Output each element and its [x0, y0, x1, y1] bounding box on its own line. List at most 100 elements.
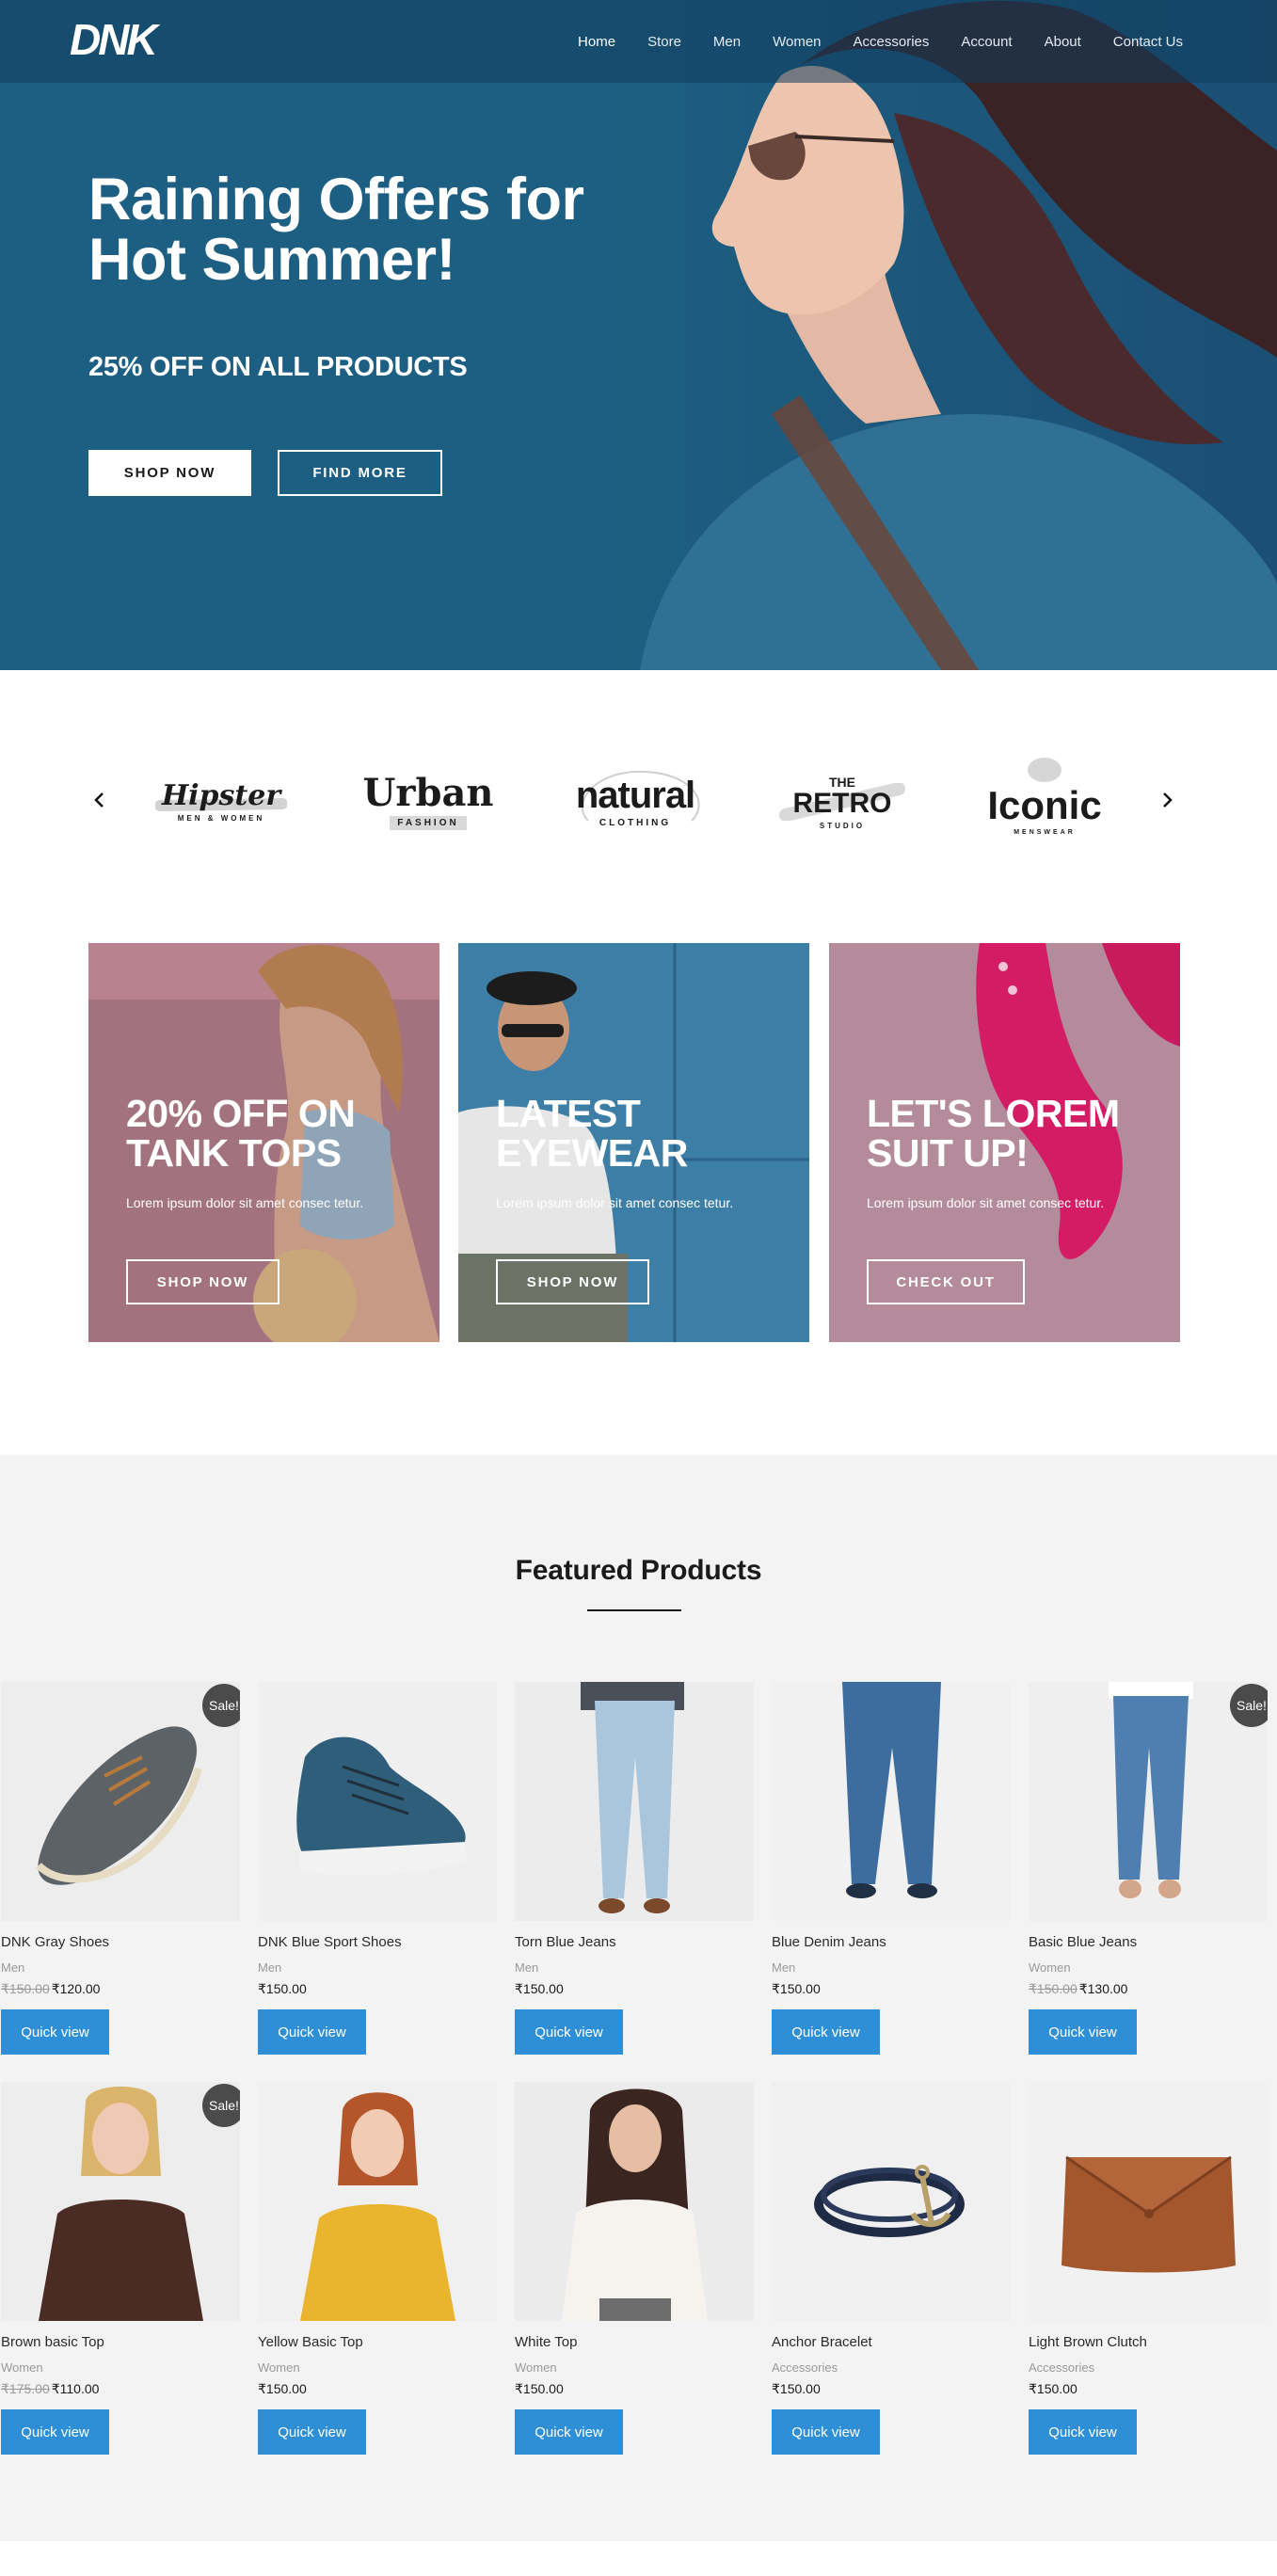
quick-view-button[interactable]: Quick view: [258, 2409, 366, 2455]
find-more-button[interactable]: FIND MORE: [278, 450, 442, 496]
featured-title: Featured Products: [515, 1555, 762, 1586]
product-card[interactable]: Blue Denim Jeans Men ₹150.00 Quick view: [772, 1682, 1011, 2055]
product-name[interactable]: Basic Blue Jeans: [1029, 1934, 1268, 1953]
promo-suit-up[interactable]: LET'S LOREM SUIT UP! Lorem ipsum dolor s…: [829, 943, 1180, 1342]
promo-shop-now-button[interactable]: SHOP NOW: [496, 1259, 649, 1304]
brand-tagline: CLOTHING: [599, 817, 672, 828]
speech-bubble-decor: [1028, 758, 1062, 782]
product-name[interactable]: White Top: [515, 2334, 754, 2353]
product-card[interactable]: Sale! DNK Gray Shoes Men ₹150.00 ₹120.00 …: [1, 1682, 240, 2055]
promo-text: Lorem ipsum dolor sit amet consec tetur.: [867, 1195, 1105, 1210]
chevron-right-icon[interactable]: [1156, 789, 1178, 811]
nav-item-store[interactable]: Store: [647, 34, 681, 50]
promo-title: LATEST EYEWEAR: [496, 1092, 688, 1175]
nav-item-account[interactable]: Account: [961, 34, 1012, 50]
current-price: ₹150.00: [515, 2381, 564, 2396]
top-navigation-bar: DNK Home Store Men Women Accessories Acc…: [0, 0, 1277, 83]
product-price: ₹150.00: [515, 1981, 754, 1998]
promo-shop-now-button[interactable]: SHOP NOW: [126, 1259, 279, 1304]
product-card[interactable]: Sale! Basic Blue Jeans Women ₹150.00 ₹130…: [1029, 1682, 1268, 2055]
nav-item-home[interactable]: Home: [578, 34, 615, 50]
product-name[interactable]: Anchor Bracelet: [772, 2334, 1011, 2353]
current-price: ₹150.00: [515, 1981, 564, 1996]
quick-view-button[interactable]: Quick view: [515, 2409, 623, 2455]
product-card[interactable]: White Top Women ₹150.00 Quick view: [515, 2082, 754, 2455]
hero-title: Raining Offers for Hot Summer!: [88, 167, 584, 293]
promo-tank-tops[interactable]: 20% OFF ON TANK TOPS Lorem ipsum dolor s…: [88, 943, 439, 1342]
brand-logo-natural[interactable]: natural CLOTHING: [555, 764, 715, 840]
shop-now-button[interactable]: SHOP NOW: [88, 450, 251, 496]
brand-logo-urban[interactable]: Urban FASHION: [358, 764, 499, 840]
current-price: ₹130.00: [1078, 1981, 1128, 1996]
product-name[interactable]: Brown basic Top: [1, 2334, 240, 2353]
promo-eyewear[interactable]: LATEST EYEWEAR Lorem ipsum dolor sit ame…: [458, 943, 809, 1342]
quick-view-button[interactable]: Quick view: [1, 2409, 109, 2455]
product-image[interactable]: [515, 1682, 754, 1921]
product-name[interactable]: Light Brown Clutch: [1029, 2334, 1268, 2353]
blue-sneaker-image: [258, 1682, 497, 1921]
product-image[interactable]: [772, 1682, 1011, 1921]
product-name[interactable]: Blue Denim Jeans: [772, 1934, 1011, 1953]
product-name[interactable]: DNK Blue Sport Shoes: [258, 1934, 497, 1953]
brand-name: Hipster: [161, 778, 281, 812]
brand-carousel: Hipster MEN & WOMEN Urban FASHION natura…: [0, 670, 1277, 943]
product-price: ₹150.00 ₹130.00: [1029, 1981, 1268, 1998]
product-price: ₹150.00: [772, 2381, 1011, 2398]
product-card[interactable]: Light Brown Clutch Accessories ₹150.00 Q…: [1029, 2082, 1268, 2455]
current-price: ₹150.00: [258, 2381, 307, 2396]
promo-text: Lorem ipsum dolor sit amet consec tetur.: [126, 1195, 364, 1210]
nav-item-women[interactable]: Women: [773, 34, 821, 50]
basic-jeans-image: [1029, 1682, 1268, 1921]
product-category: Men: [258, 1960, 282, 1975]
product-category: Women: [258, 2360, 300, 2375]
product-image[interactable]: Sale!: [1, 1682, 240, 1921]
quick-view-button[interactable]: Quick view: [772, 2409, 880, 2455]
product-image[interactable]: [258, 2082, 497, 2321]
brand-logo-iconic[interactable]: Iconic MENSWEAR: [969, 758, 1120, 840]
product-image[interactable]: [772, 2082, 1011, 2321]
product-price: ₹150.00: [258, 2381, 497, 2398]
sale-badge: Sale!: [1230, 1684, 1268, 1727]
product-image[interactable]: [258, 1682, 497, 1921]
product-name[interactable]: DNK Gray Shoes: [1, 1934, 240, 1953]
product-image[interactable]: Sale!: [1029, 1682, 1268, 1921]
product-image[interactable]: [515, 2082, 754, 2321]
quick-view-button[interactable]: Quick view: [772, 2009, 880, 2055]
nav-item-accessories[interactable]: Accessories: [854, 34, 930, 50]
product-price: ₹150.00: [515, 2381, 754, 2398]
product-card[interactable]: DNK Blue Sport Shoes Men ₹150.00 Quick v…: [258, 1682, 497, 2055]
product-card[interactable]: Torn Blue Jeans Men ₹150.00 Quick view: [515, 1682, 754, 2055]
nav-item-contact-us[interactable]: Contact Us: [1113, 34, 1183, 50]
hero-subtitle: 25% OFF ON ALL PRODUCTS: [88, 352, 468, 382]
product-image[interactable]: Sale!: [1, 2082, 240, 2321]
hero-banner: DNK Home Store Men Women Accessories Acc…: [0, 0, 1277, 670]
chevron-left-icon[interactable]: [88, 789, 111, 811]
product-card[interactable]: Sale! Brown basic Top Women ₹175.00 ₹110.…: [1, 2082, 240, 2455]
promo-text: Lorem ipsum dolor sit amet consec tetur.: [496, 1195, 734, 1210]
white-top-image: [515, 2082, 754, 2321]
nav-item-about[interactable]: About: [1045, 34, 1081, 50]
dnk-logo[interactable]: DNK: [68, 13, 190, 66]
yellow-top-image: [258, 2082, 497, 2321]
nav-item-men[interactable]: Men: [713, 34, 741, 50]
denim-jeans-image: [772, 1682, 1011, 1921]
quick-view-button[interactable]: Quick view: [1, 2009, 109, 2055]
quick-view-button[interactable]: Quick view: [515, 2009, 623, 2055]
brown-top-image: [1, 2082, 240, 2321]
quick-view-button[interactable]: Quick view: [1029, 2009, 1137, 2055]
quick-view-button[interactable]: Quick view: [258, 2009, 366, 2055]
brand-tagline: FASHION: [390, 815, 467, 830]
quick-view-button[interactable]: Quick view: [1029, 2409, 1137, 2455]
brand-logo-the-retro[interactable]: THE RETRO STUDIO: [772, 764, 913, 840]
sale-badge: Sale!: [202, 2084, 240, 2127]
anchor-bracelet-image: [772, 2082, 1011, 2321]
product-name[interactable]: Torn Blue Jeans: [515, 1934, 754, 1953]
product-image[interactable]: [1029, 2082, 1268, 2321]
promo-check-out-button[interactable]: CHECK OUT: [867, 1259, 1025, 1304]
product-category: Women: [515, 2360, 557, 2375]
product-card[interactable]: Anchor Bracelet Accessories ₹150.00 Quic…: [772, 2082, 1011, 2455]
current-price: ₹120.00: [51, 1981, 101, 1996]
product-card[interactable]: Yellow Basic Top Women ₹150.00 Quick vie…: [258, 2082, 497, 2455]
brand-logo-hipster[interactable]: Hipster MEN & WOMEN: [151, 764, 292, 840]
product-name[interactable]: Yellow Basic Top: [258, 2334, 497, 2353]
